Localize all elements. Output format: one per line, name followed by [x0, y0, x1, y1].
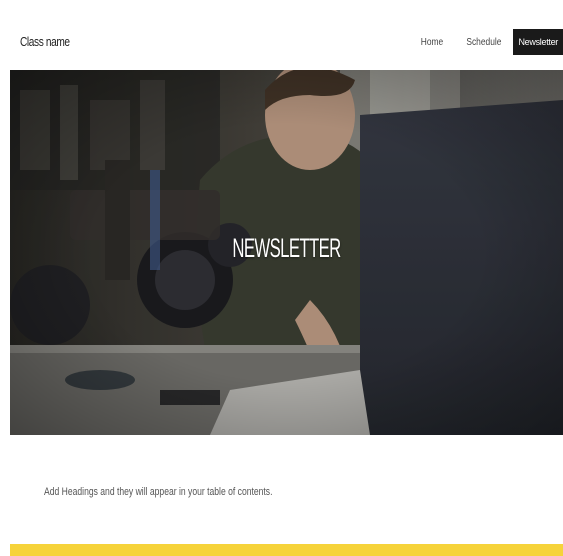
nav-schedule[interactable]: Schedule — [460, 29, 508, 55]
site-title[interactable]: Class name — [20, 34, 70, 49]
footer-band — [10, 544, 563, 556]
site-header: Class name Home Schedule Newsletter — [10, 24, 563, 64]
hero-title: NEWSLETTER — [232, 233, 341, 263]
site-page: Class name Home Schedule Newsletter NEWS… — [0, 0, 563, 556]
nav-newsletter[interactable]: Newsletter — [513, 29, 563, 55]
hero-banner: NEWSLETTER — [10, 70, 563, 435]
table-of-contents-hint: Add Headings and they will appear in you… — [44, 486, 273, 498]
nav-home[interactable]: Home — [414, 29, 449, 55]
site-navigation: Home Schedule Newsletter — [410, 29, 563, 55]
